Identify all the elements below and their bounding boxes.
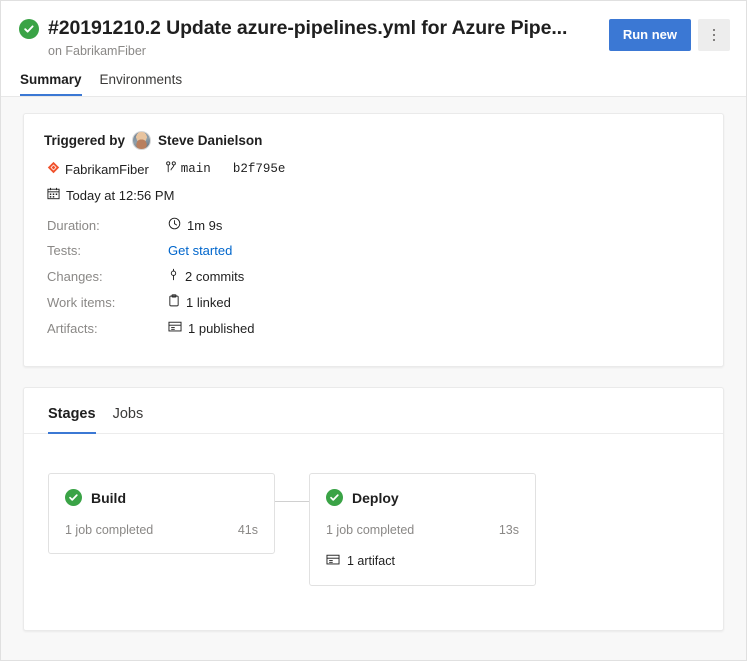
stages-card: Stages Jobs Build 1 job completed 41s De… (23, 387, 724, 631)
branch-wrap[interactable]: main (165, 161, 211, 177)
header-actions: Run new (608, 17, 730, 51)
tests-label: Tests: (47, 243, 81, 258)
stage-deploy-title-row: Deploy (326, 489, 519, 506)
repository-name[interactable]: FabrikamFiber (65, 162, 149, 177)
tab-stages-label: Stages (48, 406, 96, 422)
summary-card: Triggered by Steve Danielson FabrikamFib… (23, 113, 724, 367)
tab-environments[interactable]: Environments (100, 72, 183, 96)
stage-build-name: Build (91, 489, 126, 506)
stage-deploy-jobs: 1 job completed (326, 523, 415, 537)
commit-icon (168, 268, 179, 284)
table-row: Changes: 2 commits (44, 268, 255, 294)
title-row: #20191210.2 Update azure-pipelines.yml f… (19, 17, 609, 40)
stage-build-meta: 1 job completed 41s (65, 523, 258, 537)
stage-build-duration: 41s (237, 523, 258, 537)
stage-card-build[interactable]: Build 1 job completed 41s (48, 473, 275, 554)
artifacts-label: Artifacts: (47, 320, 98, 336)
table-row: Duration: 1m 9s (44, 217, 255, 243)
duration-value: 1m 9s (187, 217, 223, 233)
changes-value-cell: 2 commits (168, 268, 255, 294)
tab-jobs[interactable]: Jobs (113, 406, 144, 433)
stage-connector-line (275, 473, 309, 528)
work-items-label: Work items: (47, 294, 116, 310)
work-items-value[interactable]: 1 linked (186, 295, 231, 310)
stage-card-deploy[interactable]: Deploy 1 job completed 13s 1 artifact (309, 473, 536, 586)
page-header: #20191210.2 Update azure-pipelines.yml f… (1, 1, 746, 96)
changes-label: Changes: (47, 268, 103, 284)
run-date-row: Today at 12:56 PM (44, 187, 703, 203)
work-item-icon (168, 294, 180, 310)
tab-summary-label: Summary (20, 72, 82, 87)
success-check-icon (326, 489, 343, 506)
header-top-row: #20191210.2 Update azure-pipelines.yml f… (17, 17, 730, 58)
artifacts-value[interactable]: 1 published (188, 321, 255, 336)
table-row: Artifacts: 1 published (44, 320, 255, 346)
vertical-ellipsis-icon (712, 28, 716, 42)
stage-build-jobs: 1 job completed (65, 523, 154, 537)
azure-repos-icon (47, 161, 60, 177)
run-new-button[interactable]: Run new (608, 19, 691, 51)
run-subtitle: on FabrikamFiber (48, 44, 146, 58)
repo-branch-row: FabrikamFiber main b2f795e (44, 161, 703, 177)
page-content: Triggered by Steve Danielson FabrikamFib… (1, 97, 746, 631)
stage-deploy-duration: 13s (498, 523, 519, 537)
stage-deploy-meta: 1 job completed 13s (326, 523, 519, 537)
branch-icon (165, 161, 177, 177)
calendar-icon (47, 187, 60, 203)
triggered-by-user: Steve Danielson (158, 133, 263, 148)
duration-value-cell: 1m 9s (168, 217, 255, 243)
avatar (132, 131, 152, 150)
branch-name: main (180, 162, 211, 176)
stage-deploy-name: Deploy (352, 489, 399, 506)
tab-jobs-label: Jobs (112, 406, 144, 422)
success-check-icon (19, 18, 39, 39)
pipeline-run-page: #20191210.2 Update azure-pipelines.yml f… (0, 0, 747, 661)
stage-deploy-artifact-row[interactable]: 1 artifact (326, 553, 519, 569)
success-check-icon (65, 489, 82, 506)
page-title: #20191210.2 Update azure-pipelines.yml f… (48, 17, 568, 39)
tab-summary[interactable]: Summary (20, 72, 82, 96)
page-tabs: Summary Environments (17, 58, 730, 96)
tab-environments-label: Environments (99, 72, 183, 87)
stages-tabs: Stages Jobs (24, 388, 723, 434)
package-icon (168, 320, 182, 336)
stage-deploy-artifact: 1 artifact (347, 554, 395, 568)
tab-stages[interactable]: Stages (48, 406, 96, 434)
stages-graph: Build 1 job completed 41s Deploy 1 job c… (24, 434, 723, 630)
duration-label: Duration: (47, 217, 100, 233)
stage-build-title-row: Build (65, 489, 258, 506)
tests-get-started-link[interactable]: Get started (168, 243, 232, 258)
artifacts-value-cell: 1 published (168, 320, 255, 346)
package-icon (326, 553, 340, 569)
more-actions-button[interactable] (698, 19, 730, 51)
title-block: #20191210.2 Update azure-pipelines.yml f… (17, 17, 609, 58)
tests-value-cell: Get started (168, 243, 255, 268)
triggered-by-row: Triggered by Steve Danielson (44, 131, 703, 150)
table-row: Work items: 1 linked (44, 294, 255, 320)
summary-details-table: Duration: 1m 9s Tests: Get started Chang… (44, 217, 255, 346)
commit-hash[interactable]: b2f795e (233, 162, 286, 176)
run-date: Today at 12:56 PM (66, 187, 175, 203)
clock-icon (168, 217, 181, 233)
changes-value[interactable]: 2 commits (185, 269, 244, 284)
triggered-by-label: Triggered by (44, 133, 126, 148)
table-row: Tests: Get started (44, 243, 255, 268)
work-items-value-cell: 1 linked (168, 294, 255, 320)
